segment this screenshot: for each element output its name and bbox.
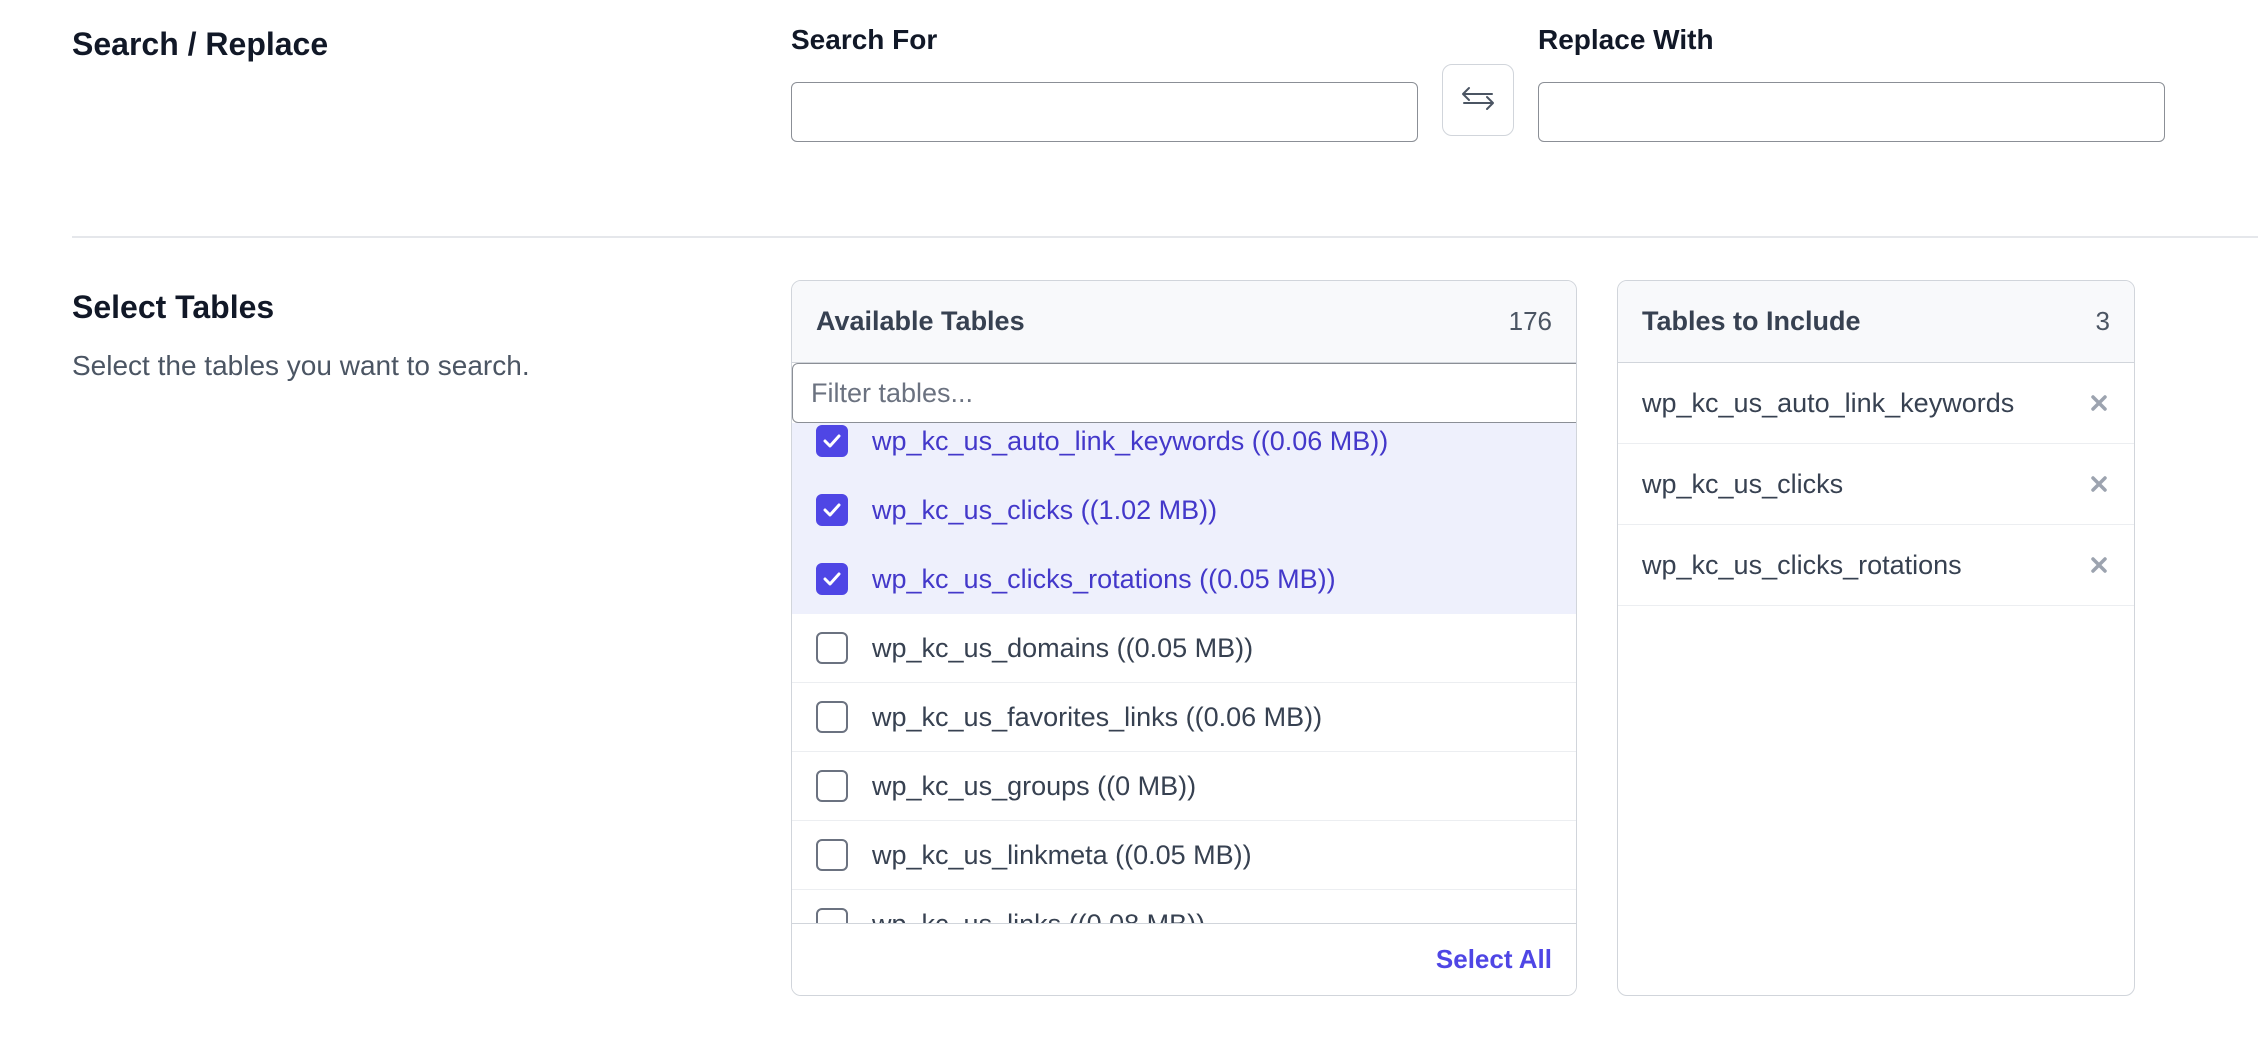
table-row-label: wp_kc_us_linkmeta ((0.05 MB)) xyxy=(872,839,1252,870)
available-tables-panel: Available Tables 176 wp_kc_us_auto_link_… xyxy=(791,280,1577,996)
replace-with-input[interactable] xyxy=(1538,82,2165,142)
include-row-label: wp_kc_us_clicks_rotations xyxy=(1642,549,1962,580)
tables-to-include-header: Tables to Include 3 xyxy=(1618,281,2134,363)
checkbox-unchecked[interactable] xyxy=(816,770,848,802)
checkbox-checked[interactable] xyxy=(816,563,848,595)
checkbox-checked[interactable] xyxy=(816,425,848,457)
table-row[interactable]: wp_kc_us_clicks_rotations ((0.05 MB)) xyxy=(792,545,1576,614)
checkbox-checked[interactable] xyxy=(816,494,848,526)
swap-button[interactable] xyxy=(1442,64,1514,136)
section-divider xyxy=(72,236,2258,238)
available-tables-header: Available Tables 176 xyxy=(792,281,1576,363)
available-tables-list[interactable]: wp_kc_us_auto_link_keywords ((0.06 MB)) w… xyxy=(792,423,1576,924)
table-row[interactable]: wp_kc_us_links ((0.08 MB)) xyxy=(792,890,1576,924)
tables-to-include-list: wp_kc_us_auto_link_keywords wp_kc_us_clic… xyxy=(1618,363,2134,606)
remove-icon[interactable] xyxy=(2088,392,2110,414)
checkbox-unchecked[interactable] xyxy=(816,908,848,923)
search-for-input[interactable] xyxy=(791,82,1418,142)
checkbox-unchecked[interactable] xyxy=(816,632,848,664)
table-row[interactable]: wp_kc_us_groups ((0 MB)) xyxy=(792,752,1576,821)
available-tables-footer: Select All xyxy=(792,923,1576,995)
select-tables-heading: Select Tables xyxy=(72,289,275,325)
checkmark-icon xyxy=(823,503,841,517)
table-row[interactable]: wp_kc_us_clicks ((1.02 MB)) xyxy=(792,476,1576,545)
table-row[interactable]: wp_kc_us_domains ((0.05 MB)) xyxy=(792,614,1576,683)
checkbox-unchecked[interactable] xyxy=(816,839,848,871)
table-row-label: wp_kc_us_clicks ((1.02 MB)) xyxy=(872,494,1218,525)
table-row-label: wp_kc_us_clicks_rotations ((0.05 MB)) xyxy=(872,563,1336,594)
table-row-label: wp_kc_us_domains ((0.05 MB)) xyxy=(872,632,1254,663)
include-row-label: wp_kc_us_auto_link_keywords xyxy=(1642,387,2015,418)
checkbox-unchecked[interactable] xyxy=(816,701,848,733)
table-row-label: wp_kc_us_auto_link_keywords ((0.06 MB)) xyxy=(872,425,1389,456)
filter-tables-input[interactable] xyxy=(792,363,1576,423)
table-row[interactable]: wp_kc_us_linkmeta ((0.05 MB)) xyxy=(792,821,1576,890)
tables-to-include-panel: Tables to Include 3 wp_kc_us_auto_link_k… xyxy=(1617,280,2135,996)
include-row: wp_kc_us_clicks_rotations xyxy=(1618,525,2134,606)
table-row-label: wp_kc_us_groups ((0 MB)) xyxy=(872,770,1197,801)
include-row: wp_kc_us_auto_link_keywords xyxy=(1618,363,2134,444)
swap-arrows-icon xyxy=(1460,85,1496,116)
available-tables-title: Available Tables xyxy=(816,306,1025,336)
search-replace-heading: Search / Replace xyxy=(72,26,329,62)
table-row[interactable]: wp_kc_us_auto_link_keywords ((0.06 MB)) xyxy=(792,423,1576,476)
include-row: wp_kc_us_clicks xyxy=(1618,444,2134,525)
search-for-label: Search For xyxy=(791,24,938,55)
replace-with-label: Replace With xyxy=(1538,24,1714,55)
available-tables-count: 176 xyxy=(1508,306,1552,336)
table-row[interactable]: wp_kc_us_favorites_links ((0.06 MB)) xyxy=(792,683,1576,752)
include-row-label: wp_kc_us_clicks xyxy=(1642,468,1844,499)
remove-icon[interactable] xyxy=(2088,473,2110,495)
tables-to-include-title: Tables to Include xyxy=(1642,306,1861,336)
select-tables-description: Select the tables you want to search. xyxy=(72,350,530,381)
tables-to-include-count: 3 xyxy=(2095,306,2110,336)
select-all-button[interactable]: Select All xyxy=(1436,944,1552,975)
table-row-label: wp_kc_us_favorites_links ((0.06 MB)) xyxy=(872,701,1323,732)
table-row-label: wp_kc_us_links ((0.08 MB)) xyxy=(872,909,1205,924)
remove-icon[interactable] xyxy=(2088,554,2110,576)
checkmark-icon xyxy=(823,572,841,586)
checkmark-icon xyxy=(823,434,841,448)
